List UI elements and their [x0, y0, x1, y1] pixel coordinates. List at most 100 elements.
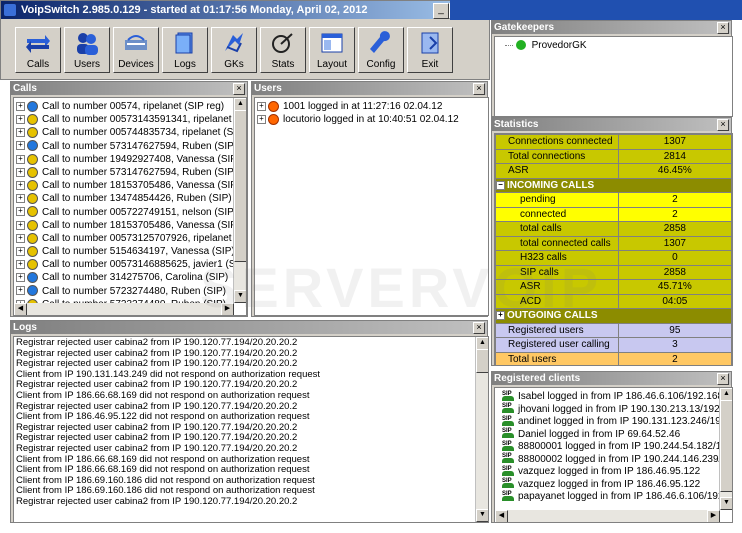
calls-scroll-left-arrow[interactable]: ◀	[14, 303, 27, 315]
registered-hscrollbar[interactable]: ◀ ▶	[495, 510, 720, 522]
call-item[interactable]: + Call to number 13474854426, Ruben (SIP)	[16, 192, 232, 205]
devices-button[interactable]: Devices	[113, 27, 159, 73]
stats-key: connected	[495, 206, 619, 222]
registered-client-label: 88800002 logged in from IP 190.244.146.2…	[518, 453, 733, 465]
expand-icon[interactable]: +	[16, 101, 25, 111]
calls-hscrollbar[interactable]: ◀ ▶	[14, 303, 234, 315]
call-item[interactable]: + Call to number 5723274480, Ruben (SIP)	[16, 285, 232, 298]
registered-scroll-left-arrow[interactable]: ◀	[495, 510, 508, 522]
stats-key: Total connections	[495, 148, 619, 164]
call-item[interactable]: + Call to number 5154634197, Vanessa (SIP…	[16, 245, 235, 258]
statistics-close-button[interactable]: ×	[717, 119, 729, 131]
gatekeepers-close-button[interactable]: ×	[717, 22, 729, 34]
layout-button[interactable]: Layout	[309, 27, 355, 73]
expand-icon[interactable]: +	[16, 154, 25, 164]
stats-button[interactable]: Stats	[260, 27, 306, 73]
calls-scroll-right-arrow[interactable]: ▶	[221, 303, 234, 315]
call-item[interactable]: + Call to number 18153705486, Vanessa (SI…	[16, 219, 240, 232]
call-item[interactable]: + Call to number 573147627594, Ruben (SIP…	[16, 140, 237, 153]
call-item[interactable]: + Call to number 005722749151, nelson (SI…	[16, 206, 246, 219]
call-item[interactable]: + Call to number 00573146885625, javier1 …	[16, 258, 246, 271]
registered-client-item[interactable]: SIP papayanet logged in from IP 186.46.6.…	[501, 490, 732, 503]
registered-client-item[interactable]: SIP jhovani logged in from IP 190.130.213…	[501, 403, 732, 416]
logs-scroll-thumb[interactable]	[476, 349, 488, 373]
calls-icon	[26, 35, 50, 53]
expand-icon[interactable]: +	[16, 273, 25, 283]
gatekeeper-name: ProvedorGK	[531, 40, 587, 51]
minimize-button[interactable]: _	[433, 3, 449, 19]
expand-icon[interactable]: +	[257, 101, 266, 111]
statistics-table: Connections connected 1307 Total connectio…	[495, 134, 732, 365]
registered-clients-close-button[interactable]: ×	[717, 373, 729, 385]
calls-close-button[interactable]: ×	[233, 83, 245, 95]
stats-value: 04:05	[617, 293, 732, 309]
layout-button-label: Layout	[316, 59, 348, 70]
stats-value: 2	[617, 351, 732, 365]
exit-door-icon	[421, 32, 439, 54]
call-status-icon	[27, 100, 38, 112]
stats-section-header[interactable]: − INCOMING CALLS	[495, 177, 732, 193]
expand-icon[interactable]: +	[257, 115, 266, 125]
expand-icon[interactable]: +	[16, 141, 25, 151]
call-item-label: Call to number 00574, ripelanet (SIP reg…	[42, 101, 225, 112]
calls-scroll-thumb[interactable]	[234, 110, 246, 262]
logs-scroll-down-arrow[interactable]: ▼	[476, 509, 488, 522]
call-item[interactable]: + Call to number 19492927408, Vanessa (SI…	[16, 153, 240, 166]
expand-icon[interactable]: +	[16, 115, 25, 125]
registered-client-item[interactable]: SIP 88800002 logged in from IP 190.244.14…	[501, 453, 732, 466]
expand-icon[interactable]: +	[16, 194, 25, 204]
logs-button[interactable]: Logs	[162, 27, 208, 73]
expand-icon[interactable]: +	[16, 246, 25, 256]
call-item[interactable]: + Call to number 00574, ripelanet (SIP re…	[16, 100, 232, 113]
user-item[interactable]: +1001 logged in at 11:27:16 02.04.12	[257, 100, 486, 113]
expand-icon[interactable]: +	[16, 260, 25, 270]
expand-icon[interactable]: +	[16, 207, 25, 217]
call-status-icon	[27, 179, 38, 191]
stats-key: Total users	[495, 351, 619, 365]
expand-icon[interactable]: +	[16, 220, 25, 230]
registered-client-item[interactable]: SIP Daniel logged in from IP 69.64.52.46	[501, 428, 718, 441]
calls-button[interactable]: Calls	[15, 27, 61, 73]
registered-scroll-down-arrow[interactable]: ▼	[720, 497, 732, 510]
gatekeeper-status-icon	[515, 40, 526, 51]
registered-client-item[interactable]: SIP Isabel logged in from IP 186.46.6.106…	[501, 390, 731, 403]
calls-scroll-down-arrow[interactable]: ▼	[234, 290, 246, 303]
expand-icon[interactable]: +	[16, 180, 25, 190]
call-item[interactable]: + Call to number 573147627594, Ruben (SIP…	[16, 166, 237, 179]
calls-scrollbar[interactable]: ▲ ▼	[233, 98, 246, 303]
config-button[interactable]: Config	[358, 27, 404, 73]
registered-client-label: papayanet logged in from IP 186.46.6.106…	[518, 491, 732, 502]
exit-button[interactable]: Exit	[407, 27, 453, 73]
registered-scroll-thumb[interactable]	[720, 400, 732, 492]
expand-icon[interactable]: +	[16, 128, 25, 138]
calls-list: + Call to number 00574, ripelanet (SIP re…	[13, 97, 247, 316]
user-avatar-icon	[268, 114, 279, 126]
stats-value: 1307	[617, 134, 732, 150]
logs-scrollbar[interactable]: ▲ ▼	[475, 337, 488, 522]
gatekeeper-item[interactable]: ProvedorGK	[495, 39, 732, 52]
registered-scroll-right-arrow[interactable]: ▶	[707, 510, 720, 522]
registered-client-item[interactable]: SIP vazquez logged in from IP 186.46.95.1…	[501, 478, 718, 491]
call-item[interactable]: + Call to number 00573125707926, ripelane…	[16, 232, 246, 245]
gks-button[interactable]: GKs	[211, 27, 257, 73]
call-item[interactable]: + Call to number 00573143591341, ripelane…	[16, 113, 246, 126]
stats-key: ASR	[495, 163, 619, 179]
title-bar[interactable]: VoipSwitch 2.985.0.129 - started at 01:1…	[1, 1, 489, 19]
user-item[interactable]: + locutorio logged in at 10:40:51 02.04.1…	[257, 113, 486, 126]
logs-close-button[interactable]: ×	[473, 322, 485, 334]
call-item[interactable]: + Call to number 18153705486, Vanessa (SI…	[16, 179, 240, 192]
users-button[interactable]: Users	[64, 27, 110, 73]
registered-scrollbar[interactable]: ▲ ▼	[719, 388, 732, 510]
call-item[interactable]: + Call to number 314275706, Carolina (SIP…	[16, 271, 232, 284]
call-item[interactable]: + Call to number 005744835734, ripelanet …	[16, 126, 246, 139]
expand-icon[interactable]: +	[16, 233, 25, 243]
users-close-button[interactable]: ×	[473, 83, 485, 95]
registered-client-item[interactable]: SIP andinet logged in from IP 190.131.123…	[501, 415, 729, 428]
stats-section-header[interactable]: + OUTGOING CALLS	[495, 308, 732, 324]
expand-icon[interactable]: +	[16, 167, 25, 177]
registered-client-item[interactable]: SIP vazquez logged in from IP 186.46.95.1…	[501, 465, 718, 478]
registered-client-item[interactable]: SIP 88800001 logged in from IP 190.244.54…	[501, 440, 732, 453]
expand-icon[interactable]: +	[16, 286, 25, 296]
section-toggle-icon[interactable]: +	[496, 311, 505, 321]
section-toggle-icon[interactable]: −	[496, 180, 505, 190]
